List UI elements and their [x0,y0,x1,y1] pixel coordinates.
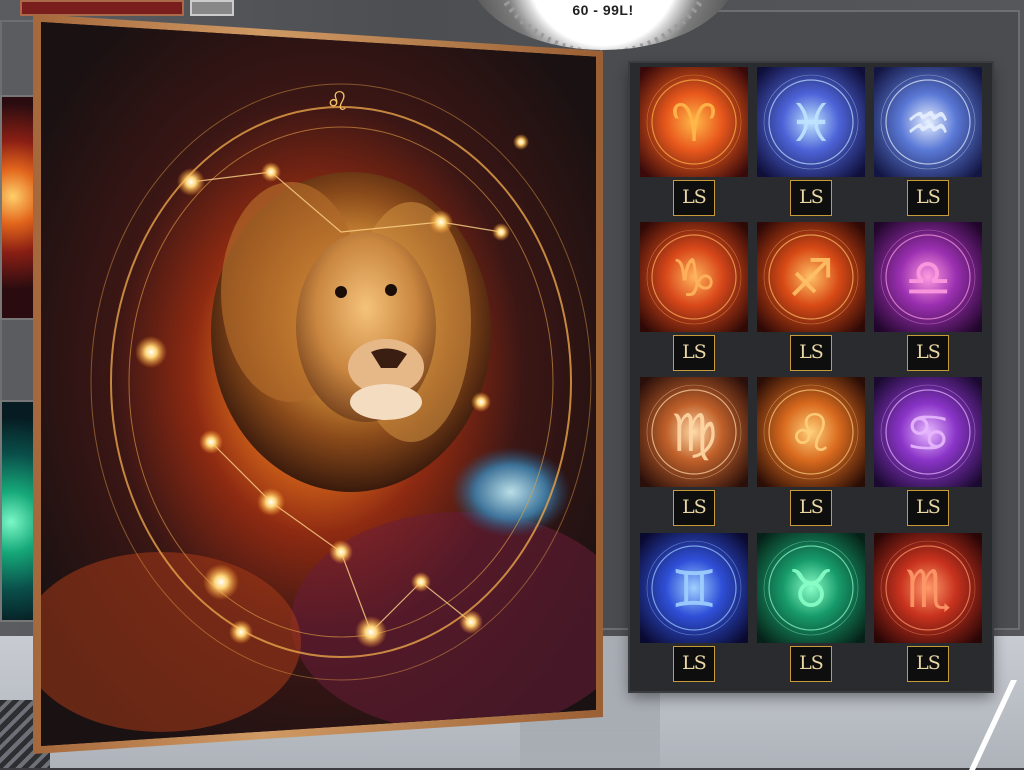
lion-icon: ♌ [757,377,865,487]
svg-text:♓: ♓ [788,94,835,154]
zodiac-tile-taurus[interactable]: ♉ [757,533,865,643]
zodiac-tile-aquarius[interactable]: ♒ [874,67,982,177]
ls-buy-button-scorpio[interactable]: LS [907,646,949,682]
ram-icon: ♈ [640,67,748,177]
zodiac-tile-pisces[interactable]: ♓ [757,67,865,177]
water-bearer-icon: ♒ [874,67,982,177]
ls-buy-button-cancer[interactable]: LS [907,490,949,526]
zodiac-tile-aries[interactable]: ♈ [640,67,748,177]
ls-buy-button-leo[interactable]: LS [790,490,832,526]
svg-text:♎: ♎ [905,249,952,309]
lion-icon: ♌ [41,22,596,746]
twins-icon: ♊ [640,533,748,643]
ls-buy-button-gemini[interactable]: LS [673,646,715,682]
svg-text:♒: ♒ [905,94,952,154]
maiden-icon: ♍ [640,377,748,487]
zodiac-tile-leo[interactable]: ♌ [757,377,865,487]
archer-icon: ♐ [757,222,865,332]
scales-icon: ♎ [874,222,982,332]
ls-buy-button-capricorn[interactable]: LS [673,335,715,371]
svg-text:♉: ♉ [788,560,835,620]
svg-text:♍: ♍ [671,404,718,464]
svg-text:♑: ♑ [671,249,718,309]
zodiac-tile-scorpio[interactable]: ♏ [874,533,982,643]
ls-buy-button-pisces[interactable]: LS [790,180,832,216]
goat-icon: ♑ [640,222,748,332]
crab-icon: ♋ [874,377,982,487]
zodiac-tile-cancer[interactable]: ♋ [874,377,982,487]
top-frame-strip [190,0,234,16]
ls-buy-button-sagittarius[interactable]: LS [790,335,832,371]
zodiac-tile-capricorn[interactable]: ♑ [640,222,748,332]
svg-text:♌: ♌ [788,404,835,464]
ls-buy-button-virgo[interactable]: LS [673,490,715,526]
svg-text:♋: ♋ [905,404,952,464]
fish-icon: ♓ [757,67,865,177]
svg-text:♈: ♈ [671,94,718,154]
leo-glyph: ♌ [326,87,349,117]
sale-badge-text: 60 - 99L! [572,2,634,18]
top-frame-strip [20,0,184,16]
sale-badge[interactable]: 60 - 99L! [468,0,738,50]
bull-icon: ♉ [757,533,865,643]
ls-buy-button-aries[interactable]: LS [673,180,715,216]
zodiac-tile-gemini[interactable]: ♊ [640,533,748,643]
svg-text:♊: ♊ [671,560,718,620]
zodiac-tile-libra[interactable]: ♎ [874,222,982,332]
scorpion-icon: ♏ [874,533,982,643]
zodiac-tile-sagittarius[interactable]: ♐ [757,222,865,332]
ls-buy-button-aquarius[interactable]: LS [907,180,949,216]
vendor-board: ♈ LS ♓ LS ♒ LS ♑ LS ♐ LS ♎ LS ♍ LS ♌ LS ♋ LS ♊ LS ♉ LS ♏ LS [630,63,992,691]
svg-text:♏: ♏ [905,560,952,620]
svg-text:♐: ♐ [788,249,835,309]
ls-buy-button-taurus[interactable]: LS [790,646,832,682]
zodiac-tile-virgo[interactable]: ♍ [640,377,748,487]
ls-buy-button-libra[interactable]: LS [907,335,949,371]
leo-poster-image[interactable]: ♌ [41,22,596,746]
